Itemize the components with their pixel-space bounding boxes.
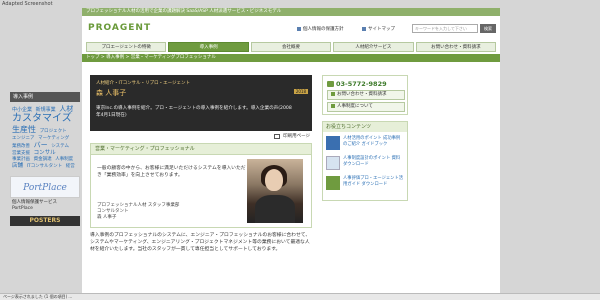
profile-section: 営業・マーケティング・プロフェッショナル 一般の顧客の中から、お客様に満足いただ… [90,143,312,228]
list-item[interactable]: 人材活用のポイント 成功事例のご紹介 ガイドブック [323,132,407,152]
hero-name: 森 人事子 [96,89,127,97]
tag-link[interactable]: 人事制度 [55,157,73,162]
dark-banner[interactable]: POSTERS [10,216,80,227]
privacy-link-label: 個人情報の保護方針 [303,27,344,32]
list-item-text: 人事評価プロ・エージェント活用ガイド ダウンロード [343,176,404,187]
site-logo[interactable]: PROAGENT [88,23,151,33]
tag-link[interactable]: ITコンサルタント [27,164,63,169]
nav-contact[interactable]: お問い合わせ・資料請求 [415,42,497,52]
hero-category: 人材紹介・ITコンサル・リプロ・エージェント [96,81,190,86]
tag-link[interactable]: 経営 [66,164,75,169]
nav-features[interactable]: プロエージェントの特徴 [86,42,167,52]
tag-link[interactable]: コンサル [34,150,56,157]
useful-content-title: お役立ちコンテンツ [323,122,407,132]
browser-title: Adapted Screenshot [2,1,53,7]
breadcrumb: トップ > 導入事例 > 営業・マーケティングプロフェッショナル [82,54,500,62]
square-icon [297,27,301,31]
thumbnail [326,176,340,190]
section-body: 一般の顧客の中から、お客様に満足いただけるシステムを導入いただき「業務効率」を向… [91,155,311,227]
list-item-text: 人事制度設計のポイント 資料ダウンロード [343,156,401,167]
tag-link[interactable]: バー [34,141,48,149]
main-nav: プロエージェントの特徴 導入事例 会社概要 人材紹介サービス お問い合わせ・資料… [82,40,500,54]
phone-number: 03-5772-9829 [327,80,387,88]
status-bar: ページ表示されました (1 個の項目) ... [0,293,600,300]
sitemap-link-label: サイトマップ [368,27,395,32]
sitemap-link[interactable]: サイトマップ [362,26,395,32]
tag-link[interactable]: 業務改善 [12,144,30,149]
photo-face [265,169,283,191]
hr-button[interactable]: 人事制度について [327,102,405,112]
right-column: 03-5772-9829 お問い合わせ・資料請求 人事制度について お役立ちコン… [322,75,408,201]
privacy-link[interactable]: 個人情報の保護方針 [297,26,344,32]
list-item-text: 人材活用のポイント 成功事例のご紹介 ガイドブック [343,136,401,147]
meta-line: 森 人事子 [97,215,117,220]
body-text: 導入事例のプロフェッショナルのシステムに、エンジニア・プロフェッショナルのお客様… [90,233,311,252]
tag-link[interactable]: 店舗 [12,163,23,170]
search-button[interactable]: 検索 [480,24,496,33]
useful-content: お役立ちコンテンツ 人材活用のポイント 成功事例のご紹介 ガイドブック 人事制度… [322,121,408,201]
sidebar: 導入事例 中小企業 新規事業 人材 カスタマイズ 生産性 プロジェクト エンジニ… [10,92,80,227]
section-title: 営業・マーケティング・プロフェッショナル [91,144,311,155]
tag-link[interactable]: エンジニア [12,136,35,141]
nav-case-studies[interactable]: 導入事例 [168,42,249,52]
site-header: PROAGENT 個人情報の保護方針 サイトマップ キーワードを入力して下さい … [82,16,500,40]
tag-link[interactable]: 生産性 [12,125,36,135]
search-input[interactable]: キーワードを入力して下さい [412,24,478,33]
profile-photo [247,159,303,223]
hr-button-label: 人事制度について [337,104,373,109]
mail-icon [331,91,335,96]
contact-box: 03-5772-9829 お問い合わせ・資料請求 人事制度について [322,75,408,115]
portplace-caption[interactable]: 個人情報保護サービス PortPlace [10,198,80,214]
tools-bar: 印刷用ページ [90,131,312,141]
photo-body [255,195,295,223]
profile-meta: プロフェッショナル人材 スタッフ事業部 コンサルタント 森 人事子 [97,203,247,221]
main-content: 人材紹介・ITコンサル・リプロ・エージェント 森 人事子 2018 東京Inc.… [90,75,312,253]
hero-box: 人材紹介・ITコンサル・リプロ・エージェント 森 人事子 2018 東京Inc.… [90,75,312,131]
tag-cloud: 中小企業 新規事業 人材 カスタマイズ 生産性 プロジェクト エンジニア マーケ… [10,102,80,172]
nav-company[interactable]: 会社概要 [250,42,332,52]
phone-icon [327,81,334,87]
section-intro: 一般の顧客の中から、お客様に満足いただけるシステムを導入いただき「業務効率」を向… [97,166,246,178]
tag-link[interactable]: 営業支援 [12,151,30,156]
hero-number-badge: 2018 [293,89,308,94]
phone-number-text: 03-5772-9829 [336,80,387,88]
person-icon [331,103,335,108]
square-icon [362,27,366,31]
list-item[interactable]: 人事制度設計のポイント 資料ダウンロード [323,152,407,172]
portplace-banner[interactable]: PortPlace [10,176,80,199]
print-link[interactable]: 印刷用ページ [283,133,310,139]
sidebar-title: 導入事例 [10,92,80,102]
nav-recruitment[interactable]: 人材紹介サービス [333,42,414,52]
printer-icon[interactable] [274,133,281,139]
thumbnail [326,156,340,170]
tag-link[interactable]: カスタマイズ [12,113,72,125]
tag-link[interactable]: プロジェクト [40,129,67,134]
top-band: プロフェッショナル人材の活用で企業の課題解決 SaaS/ASP 人材派遣サービス… [82,8,500,16]
contact-button-label: お問い合わせ・資料請求 [337,92,387,97]
thumbnail [326,136,340,150]
tag-link[interactable]: 資金調達 [34,157,52,162]
list-item[interactable]: 人事評価プロ・エージェント活用ガイド ダウンロード [323,172,407,192]
contact-button[interactable]: お問い合わせ・資料請求 [327,90,405,100]
hero-text: 東京Inc.の導入事例を紹介。プロ・エージェントの導入事例を紹介します。導入企業… [96,106,292,118]
